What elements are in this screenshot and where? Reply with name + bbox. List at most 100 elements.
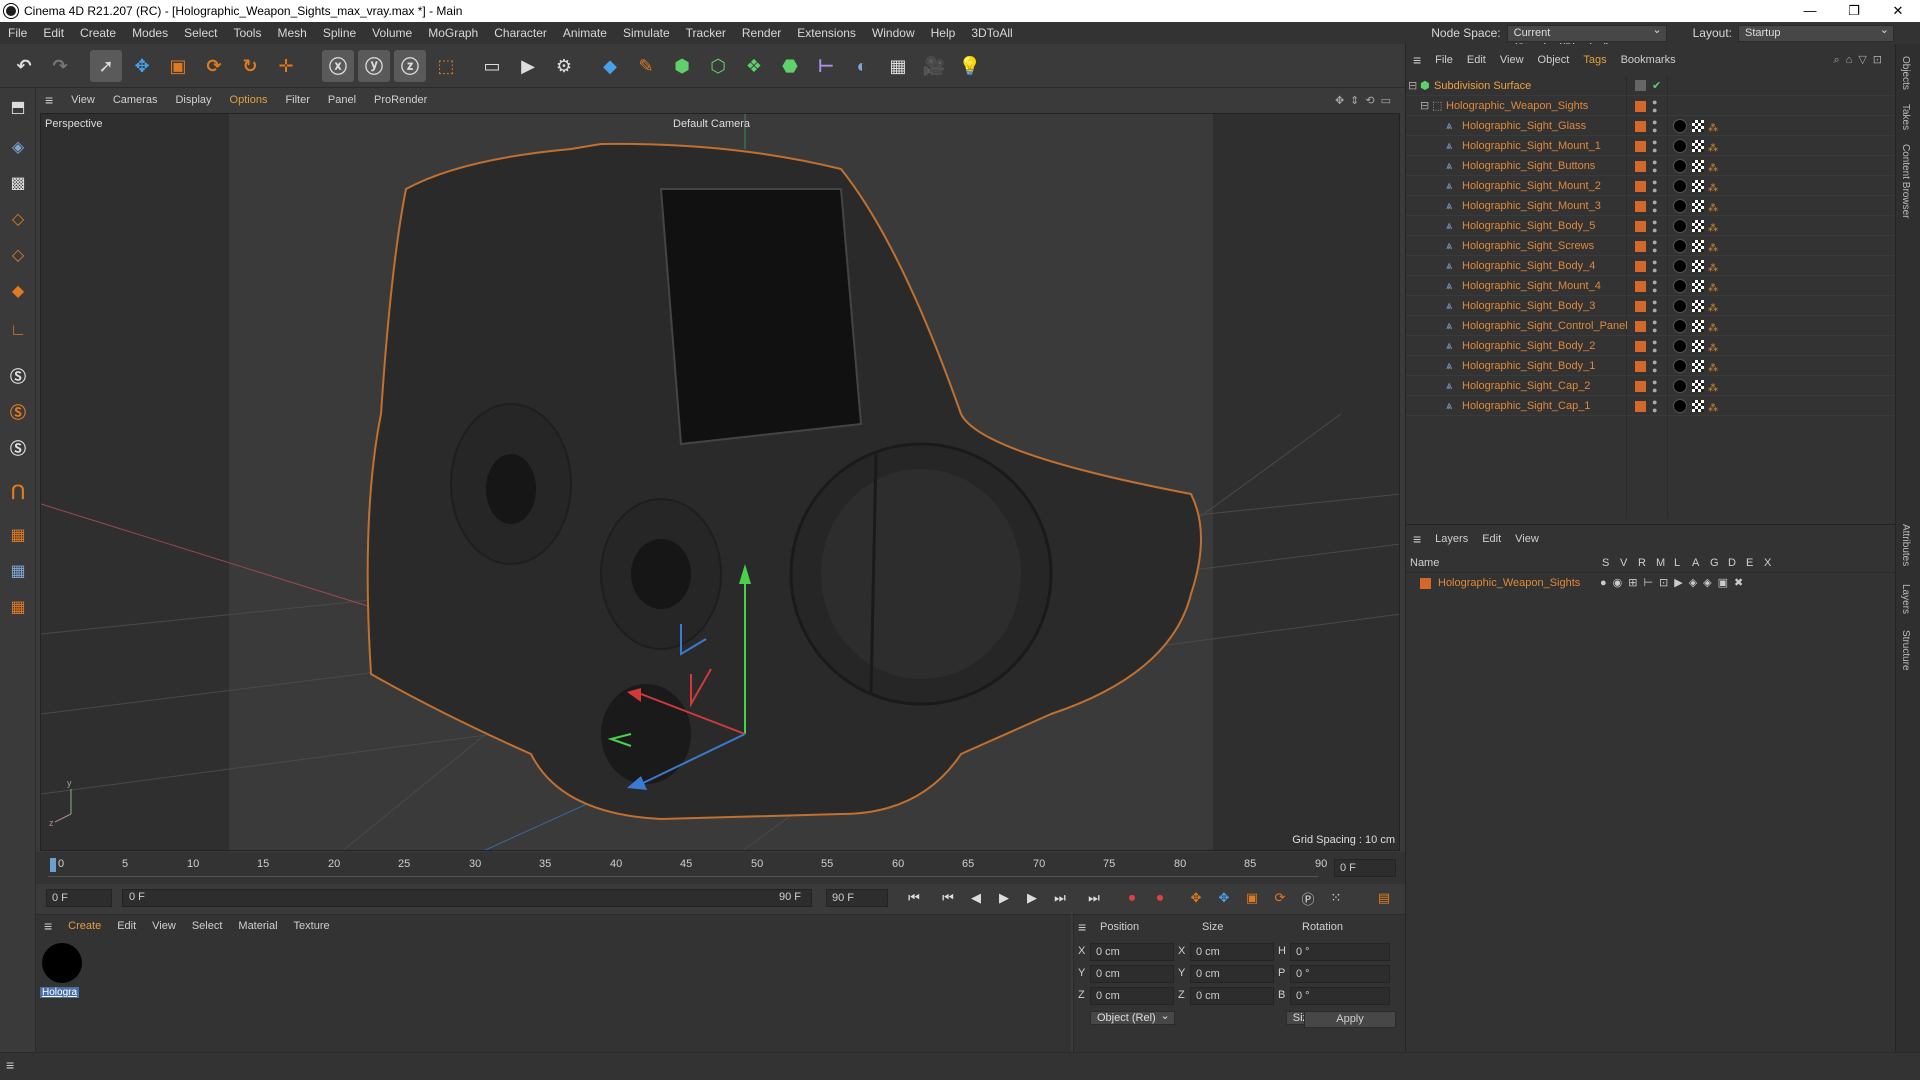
menu-character[interactable]: Character [486, 22, 555, 44]
solo-icon[interactable]: Ⓢ [3, 360, 33, 390]
edges-mode-icon[interactable]: ◇ [3, 240, 33, 270]
object-row[interactable]: ⩓ Holographic_Sight_Cap_1 ● ● ⁂ [1406, 396, 1896, 416]
layer-flag-toggles[interactable]: ●◉⊞⊢⊡▶◈◈▣✖ [1600, 576, 1749, 589]
rot-b-field[interactable]: 0 ° [1290, 987, 1390, 1005]
next-frame-icon[interactable]: ▶ [1022, 888, 1042, 908]
menu-select[interactable]: Select [176, 22, 225, 44]
field-icon[interactable]: ◐ [846, 50, 878, 82]
apply-button[interactable]: Apply [1304, 1011, 1396, 1028]
vp-menu-view[interactable]: View [62, 94, 104, 106]
prev-key-icon[interactable]: ⏮ [938, 888, 958, 908]
vp-menu-cameras[interactable]: Cameras [104, 94, 167, 106]
layer-row[interactable]: Holographic_Weapon_Sights ●◉⊞⊢⊡▶◈◈▣✖ [1406, 575, 1896, 593]
tab-takes[interactable]: Takes [1900, 104, 1911, 130]
prev-frame-icon[interactable]: ◀ [966, 888, 986, 908]
y-axis-lock-icon[interactable]: ⓨ [358, 50, 390, 82]
camera-icon[interactable]: 🎥 [918, 50, 950, 82]
object-row-subdivision-surface[interactable]: ⊟ ⬢ Subdivision Surface ✔ [1406, 76, 1896, 96]
mat-menu-texture[interactable]: Texture [286, 920, 338, 932]
layer-menu-view[interactable]: View [1508, 533, 1546, 545]
start-frame-field[interactable]: 0 F [46, 889, 112, 907]
object-row[interactable]: ⩓ Holographic_Sight_Mount_4 ● ● ⁂ [1406, 276, 1896, 296]
obj-menu-edit[interactable]: Edit [1460, 54, 1493, 66]
object-row[interactable]: ⩓ Holographic_Sight_Buttons ● ● ⁂ [1406, 156, 1896, 176]
object-row[interactable]: ⩓ Holographic_Sight_Body_2 ● ● ⁂ [1406, 336, 1896, 356]
move-tool-icon[interactable]: ✥ [126, 50, 158, 82]
object-row[interactable]: ⩓ Holographic_Sight_Glass ● ● ⁂ [1406, 116, 1896, 136]
next-key-icon[interactable]: ⏭ [1050, 888, 1070, 908]
timeline-ruler[interactable]: 0 5 10 15 20 25 30 35 40 45 50 55 60 65 … [36, 852, 1405, 884]
objects-hamburger-icon[interactable]: ≡ [1406, 52, 1428, 68]
floor-icon[interactable]: ▦ [882, 50, 914, 82]
menu-create[interactable]: Create [72, 22, 124, 44]
end-frame-field[interactable]: 90 F [826, 889, 888, 907]
axis-mode-icon[interactable]: ∟ [3, 316, 33, 346]
snap-magnet-icon[interactable]: ⋂ [3, 476, 33, 506]
vp-menu-filter[interactable]: Filter [276, 94, 318, 106]
polygons-mode-icon[interactable]: ◆ [3, 276, 33, 306]
current-frame-field[interactable]: 0 F [1334, 859, 1396, 877]
vp-menu-panel[interactable]: Panel [319, 94, 365, 106]
menu-mesh[interactable]: Mesh [269, 22, 314, 44]
subdivision-generator-icon[interactable]: ⬢ [666, 50, 698, 82]
key-position-icon[interactable]: ✥ [1186, 888, 1206, 908]
coord-mode-dropdown[interactable]: Object (Rel) [1090, 1011, 1175, 1025]
vp-menu-display[interactable]: Display [166, 94, 220, 106]
undo-icon[interactable]: ↶ [8, 50, 40, 82]
mat-menu-view[interactable]: View [144, 920, 184, 932]
goto-end-icon[interactable]: ⏭ [1084, 888, 1104, 908]
viewport-camera-label[interactable]: Default Camera [673, 118, 750, 130]
rotate-tool-icon[interactable]: ⟳ [198, 50, 230, 82]
minimize-button[interactable]: — [1788, 0, 1832, 22]
model-mode-icon[interactable]: ◈ [3, 132, 33, 162]
node-space-dropdown[interactable]: Current (Standard/Physical) [1506, 23, 1667, 54]
key-scale-icon[interactable]: ▣ [1242, 888, 1262, 908]
goto-start-icon[interactable]: ⏮ [904, 888, 924, 908]
cloner-icon[interactable]: ❖ [738, 50, 770, 82]
object-row[interactable]: ⩓ Holographic_Sight_Screws ● ● ⁂ [1406, 236, 1896, 256]
mat-menu-select[interactable]: Select [184, 920, 231, 932]
status-hamburger-icon[interactable]: ≡ [6, 1057, 14, 1073]
select-tool-icon[interactable]: ➚ [90, 50, 122, 82]
rot-h-field[interactable]: 0 ° [1290, 943, 1390, 961]
menu-modes[interactable]: Modes [124, 22, 176, 44]
preview-range-slider[interactable]: 0 F 90 F [122, 889, 812, 907]
material-swatch[interactable] [42, 943, 82, 983]
tab-layers[interactable]: Layers [1900, 584, 1911, 614]
menu-help[interactable]: Help [923, 22, 964, 44]
size-y-field[interactable]: 0 cm [1190, 965, 1274, 983]
menu-extensions[interactable]: Extensions [789, 22, 864, 44]
tab-attributes[interactable]: Attributes [1900, 524, 1911, 566]
menu-render[interactable]: Render [734, 22, 789, 44]
object-row[interactable]: ⩓ Holographic_Sight_Body_5 ● ● ⁂ [1406, 216, 1896, 236]
workplane-icon[interactable]: ▦ [3, 520, 33, 550]
object-row[interactable]: ⩓ Holographic_Sight_Cap_2 ● ● ⁂ [1406, 376, 1896, 396]
play-icon[interactable]: ▶ [994, 888, 1014, 908]
pen-spline-icon[interactable]: ✎ [630, 50, 662, 82]
3d-viewport[interactable]: y z Perspective Default Camera Grid Spac… [40, 113, 1400, 851]
cube-primitive-icon[interactable]: ◆ [594, 50, 626, 82]
mograph-icon[interactable]: ⬣ [774, 50, 806, 82]
layout-dropdown[interactable]: Startup [1738, 23, 1894, 42]
key-parameter-icon[interactable]: Ⓟ [1298, 888, 1318, 908]
solo-hierarchy-icon[interactable]: Ⓢ [3, 396, 33, 426]
object-row-group[interactable]: ⊟ ⬚ Holographic_Weapon_Sights ● ● [1406, 96, 1896, 116]
coordinate-system-icon[interactable]: ⬚ [430, 50, 462, 82]
viewport-hamburger-icon[interactable]: ≡ [36, 92, 62, 108]
key-rotation-icon[interactable]: ⟳ [1270, 888, 1290, 908]
obj-menu-file[interactable]: File [1428, 54, 1460, 66]
render-picture-viewer-icon[interactable]: ▶ [512, 50, 544, 82]
rot-p-field[interactable]: 0 ° [1290, 965, 1390, 983]
object-row[interactable]: ⩓ Holographic_Sight_Body_3 ● ● ⁂ [1406, 296, 1896, 316]
object-row[interactable]: ⩓ Holographic_Sight_Mount_3 ● ● ⁂ [1406, 196, 1896, 216]
redo-icon[interactable]: ↷ [44, 50, 76, 82]
obj-menu-bookmarks[interactable]: Bookmarks [1614, 54, 1683, 66]
render-view-icon[interactable]: ▭ [476, 50, 508, 82]
pos-x-field[interactable]: 0 cm [1090, 943, 1174, 961]
x-axis-lock-icon[interactable]: ⓧ [322, 50, 354, 82]
add-tool-icon[interactable]: ✛ [270, 50, 302, 82]
menu-volume[interactable]: Volume [364, 22, 420, 44]
object-row[interactable]: ⩓ Holographic_Sight_Body_4 ● ● ⁂ [1406, 256, 1896, 276]
size-x-field[interactable]: 0 cm [1190, 943, 1274, 961]
size-z-field[interactable]: 0 cm [1190, 987, 1274, 1005]
